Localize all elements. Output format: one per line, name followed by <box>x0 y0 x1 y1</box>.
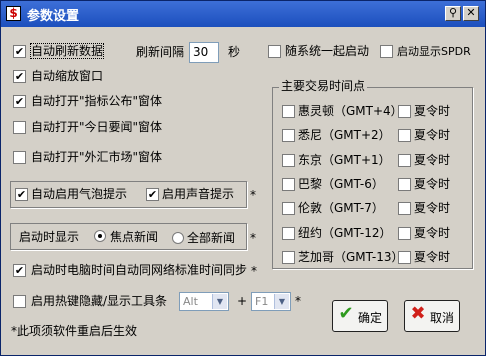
chevron-down-icon[interactable]: ▼ <box>212 294 227 309</box>
dst-checkbox[interactable] <box>398 154 411 167</box>
start-with-system-checkbox[interactable] <box>268 45 281 58</box>
market-checkbox[interactable] <box>282 227 295 240</box>
focus-news-label: 焦点新闻 <box>110 230 159 244</box>
time-sync-checkbox[interactable]: ✔ <box>13 264 26 277</box>
cross-icon: ✖ <box>410 303 426 324</box>
open-indicator-label: 自动打开"指标公布"窗体 <box>31 94 163 108</box>
dst-checkbox[interactable] <box>398 105 411 118</box>
hotkey-key-value: F1 <box>255 295 269 308</box>
cancel-button[interactable]: ✖ 取消 <box>404 300 460 332</box>
market-checkbox[interactable] <box>282 202 295 215</box>
market-name: 惠灵顿（GMT+4） <box>298 104 403 118</box>
market-name: 巴黎（GMT-6） <box>298 177 384 191</box>
dst-label: 夏令时 <box>414 104 451 118</box>
market-checkbox[interactable] <box>282 129 295 142</box>
startup-asterisk: * <box>250 231 256 245</box>
cancel-button-label: 取消 <box>430 311 455 325</box>
refresh-interval-label: 刷新间隔 <box>136 45 185 59</box>
dst-label: 夏令时 <box>414 201 451 215</box>
hotkey-key-select[interactable]: F1 ▼ <box>251 292 291 311</box>
open-indicator-checkbox[interactable]: ✔ <box>13 95 26 108</box>
market-name: 东京（GMT+1） <box>298 153 391 167</box>
chevron-down-icon[interactable]: ▼ <box>274 294 289 309</box>
dst-checkbox[interactable] <box>398 251 411 264</box>
all-news-radio[interactable] <box>172 232 184 244</box>
hotkey-checkbox[interactable] <box>13 295 26 308</box>
hotkey-label: 启用热键隐藏/显示工具条 <box>31 294 168 308</box>
time-sync-label: 启动时电脑时间自动同网络标准时间同步 <box>31 263 248 277</box>
refresh-interval-input[interactable]: 30 <box>189 42 219 63</box>
dst-checkbox[interactable] <box>398 202 411 215</box>
refresh-interval-unit: 秒 <box>228 45 241 59</box>
notification-asterisk: * <box>250 188 256 202</box>
all-news-label: 全部新闻 <box>187 231 236 245</box>
auto-minimize-label: 自动缩放窗口 <box>31 69 104 83</box>
sound-tip-checkbox[interactable]: ✔ <box>146 188 159 201</box>
balloon-tip-label: 自动启用气泡提示 <box>31 187 128 201</box>
close-icon[interactable]: ✕ <box>463 6 479 21</box>
open-news-checkbox[interactable] <box>13 121 26 134</box>
market-checkbox[interactable] <box>282 105 295 118</box>
hotkey-modifier-value: Alt <box>183 295 198 308</box>
show-spdr-label: 启动显示SPDR <box>397 45 471 58</box>
dst-checkbox[interactable] <box>398 227 411 240</box>
startup-display-label: 启动时显示 <box>19 230 80 244</box>
open-forex-label: 自动打开"外汇市场"窗体 <box>31 150 163 164</box>
auto-minimize-checkbox[interactable]: ✔ <box>13 70 26 83</box>
hotkey-asterisk: * <box>295 294 301 308</box>
market-checkbox[interactable] <box>282 154 295 167</box>
market-checkbox[interactable] <box>282 178 295 191</box>
open-news-label: 自动打开"今日要闻"窗体 <box>31 120 163 134</box>
dst-checkbox[interactable] <box>398 178 411 191</box>
dst-label: 夏令时 <box>414 177 451 191</box>
title-bar[interactable]: $ 参数设置 ⚲ ✕ <box>1 1 485 27</box>
balloon-tip-checkbox[interactable]: ✔ <box>15 188 28 201</box>
start-with-system-label: 随系统一起启动 <box>285 44 370 58</box>
market-name: 悉尼（GMT+2） <box>298 128 391 142</box>
dst-label: 夏令时 <box>414 128 451 142</box>
focus-news-radio[interactable] <box>94 230 106 242</box>
restart-note: *此项须软件重启后生效 <box>11 324 138 338</box>
market-name: 伦敦（GMT-7） <box>298 201 384 215</box>
ok-button-label: 确定 <box>358 311 383 325</box>
auto-refresh-label: 自动刷新数据 <box>29 43 105 59</box>
auto-refresh-checkbox[interactable]: ✔ <box>13 45 26 58</box>
dst-label: 夏令时 <box>414 250 451 264</box>
hotkey-modifier-select[interactable]: Alt ▼ <box>179 292 229 311</box>
time-sync-asterisk: * <box>251 264 257 278</box>
dst-label: 夏令时 <box>414 153 451 167</box>
dst-checkbox[interactable] <box>398 129 411 142</box>
market-checkbox[interactable] <box>282 251 295 264</box>
open-forex-checkbox[interactable] <box>13 151 26 164</box>
check-icon: ✔ <box>338 303 354 324</box>
hotkey-plus: + <box>237 294 248 308</box>
ok-button[interactable]: ✔ 确定 <box>332 300 388 332</box>
window-title: 参数设置 <box>27 9 80 24</box>
market-name: 芝加哥（GMT-13） <box>298 250 404 264</box>
dst-label: 夏令时 <box>414 226 451 240</box>
sound-tip-label: 启用声音提示 <box>162 187 235 201</box>
show-spdr-checkbox[interactable] <box>380 45 393 58</box>
app-dollar-icon: $ <box>6 6 21 21</box>
trading-hours-title: 主要交易时间点 <box>279 79 368 93</box>
pin-icon[interactable]: ⚲ <box>445 6 461 21</box>
settings-dialog: $ 参数设置 ⚲ ✕ ✔ 自动刷新数据 刷新间隔 30 秒 ✔ 自动缩放窗口 ✔… <box>0 0 486 356</box>
market-name: 纽约（GMT-12） <box>298 226 392 240</box>
